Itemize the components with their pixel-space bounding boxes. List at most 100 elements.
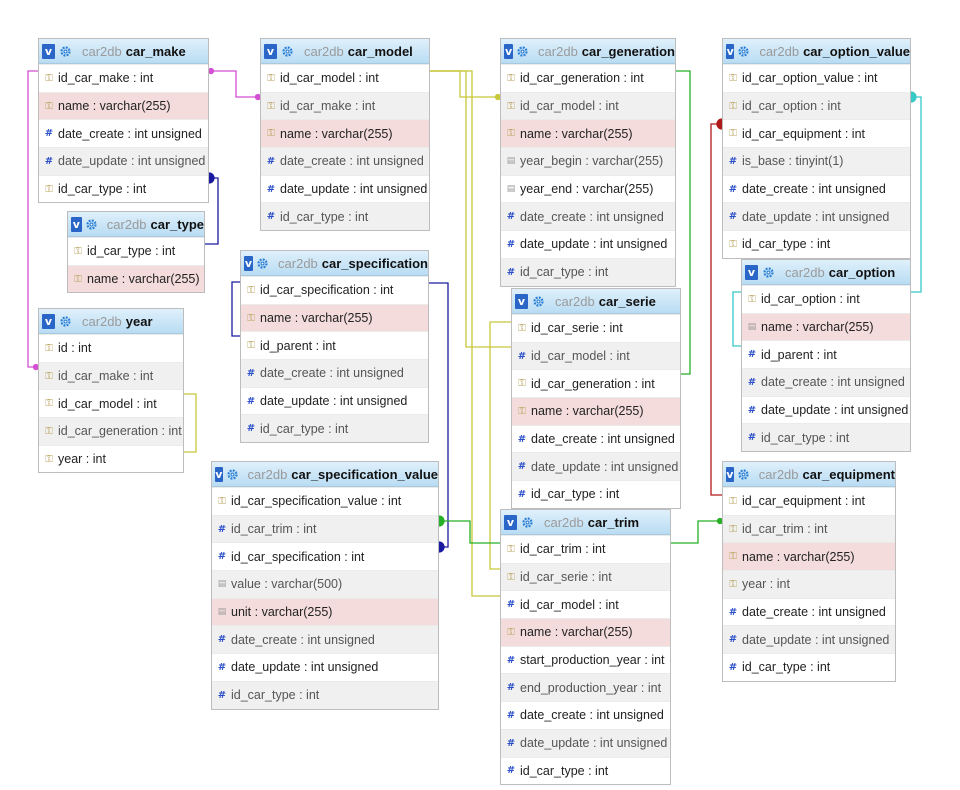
- table-header[interactable]: v car2db car_specification_value: [212, 462, 438, 487]
- column-row[interactable]: ⚿ id_parent : int: [241, 331, 428, 359]
- column-row[interactable]: ⚿ id_car_make : int: [39, 361, 183, 390]
- gear-icon[interactable]: [737, 44, 750, 59]
- column-row[interactable]: ⚿ id_car_type : int: [68, 237, 204, 265]
- table-car-option[interactable]: v car2db car_option ⚿ id_car_option : int ▤ na…: [741, 259, 911, 453]
- column-row[interactable]: ▤ value : varchar(500): [212, 570, 438, 598]
- table-car-specification-value[interactable]: v car2db car_specification_value ⚿ id_car_sp…: [211, 461, 439, 710]
- column-row[interactable]: # date_update : int unsigned: [501, 728, 670, 757]
- column-row[interactable]: ⚿ name : varchar(255): [261, 119, 429, 148]
- column-row[interactable]: # date_update : int unsigned: [723, 202, 910, 231]
- table-car-make[interactable]: v car2db car_make ⚿ id_car_make : int ⚿ name :…: [38, 38, 209, 204]
- column-row[interactable]: ▤ name : varchar(255): [742, 312, 910, 341]
- column-row[interactable]: # date_create : int unsigned: [742, 368, 910, 396]
- table-car-specification[interactable]: v car2db car_specification ⚿ id_car_specific…: [240, 250, 429, 444]
- column-row[interactable]: # id_car_type : int: [512, 480, 680, 508]
- column-row[interactable]: ⚿ id_car_generation : int: [39, 417, 183, 445]
- column-row[interactable]: # id_car_model : int: [512, 341, 680, 370]
- column-row[interactable]: # date_update : int unsigned: [723, 625, 895, 654]
- column-row[interactable]: # id_car_specification : int: [212, 542, 438, 570]
- column-row[interactable]: ⚿ name : varchar(255): [512, 397, 680, 425]
- table-car-generation[interactable]: v car2db car_generation ⚿ id_car_generation …: [500, 38, 676, 287]
- column-row[interactable]: ⚿ id_car_make : int: [39, 64, 208, 92]
- column-row[interactable]: # date_update : int unsigned: [512, 452, 680, 481]
- column-row[interactable]: # date_update : int unsigned: [212, 653, 438, 681]
- column-row[interactable]: # date_create : int unsigned: [212, 625, 438, 654]
- table-car-type[interactable]: v car2db car_type ⚿ id_car_type : int ⚿ name :…: [67, 211, 205, 294]
- v-toggle-icon[interactable]: v: [244, 255, 254, 271]
- column-row[interactable]: # date_create : int unsigned: [501, 202, 675, 231]
- gear-icon[interactable]: [256, 256, 269, 271]
- column-row[interactable]: ⚿ id_car_option : int: [742, 285, 910, 313]
- gear-icon[interactable]: [520, 515, 535, 530]
- table-header[interactable]: v car2db year: [39, 309, 183, 334]
- gear-icon[interactable]: [761, 265, 776, 280]
- column-row[interactable]: ⚿ id_car_equipment : int: [723, 119, 910, 147]
- gear-icon[interactable]: [58, 44, 73, 59]
- v-toggle-icon[interactable]: v: [71, 216, 82, 232]
- column-row[interactable]: ▤ unit : varchar(255): [212, 597, 438, 626]
- table-car-serie[interactable]: v car2db car_serie ⚿ id_car_serie : int # id_c…: [511, 288, 681, 509]
- column-row[interactable]: ⚿ id_car_generation : int: [512, 369, 680, 397]
- table-header[interactable]: v car2db car_serie: [512, 289, 680, 314]
- v-toggle-icon[interactable]: v: [42, 43, 55, 59]
- v-toggle-icon[interactable]: v: [745, 264, 758, 280]
- column-row[interactable]: # date_create : int unsigned: [723, 174, 910, 203]
- column-row[interactable]: # date_create : int unsigned: [261, 147, 429, 175]
- column-row[interactable]: ⚿ id_car_model : int: [261, 64, 429, 92]
- column-row[interactable]: ⚿ name : varchar(255): [241, 303, 428, 332]
- table-car-equipment[interactable]: v car2db car_equipment ⚿ id_car_equipment : …: [722, 461, 896, 682]
- column-row[interactable]: # date_update : int unsigned: [501, 230, 675, 258]
- v-toggle-icon[interactable]: v: [504, 43, 514, 59]
- v-toggle-icon[interactable]: v: [726, 43, 735, 59]
- gear-icon[interactable]: [85, 217, 98, 232]
- column-row[interactable]: ⚿ year : int: [723, 570, 895, 598]
- gear-icon[interactable]: [531, 294, 546, 309]
- table-header[interactable]: v car2db car_specification: [241, 251, 428, 276]
- column-row[interactable]: # date_update : int unsigned: [261, 174, 429, 203]
- column-row[interactable]: ⚿ id_car_model : int: [39, 389, 183, 417]
- table-year[interactable]: v car2db year ⚿ id : int ⚿ id_car_make : int ⚿ i…: [38, 308, 184, 474]
- gear-icon[interactable]: [280, 44, 295, 59]
- column-row[interactable]: # date_update : int unsigned: [742, 395, 910, 424]
- v-toggle-icon[interactable]: v: [215, 466, 223, 482]
- column-row[interactable]: # date_create : int unsigned: [512, 424, 680, 453]
- column-row[interactable]: # date_create : int unsigned: [241, 359, 428, 387]
- column-row[interactable]: # is_base : tinyint(1): [723, 147, 910, 175]
- table-header[interactable]: v car2db car_option_value: [723, 39, 910, 64]
- column-row[interactable]: # date_update : int unsigned: [39, 147, 208, 175]
- column-row[interactable]: ⚿ name : varchar(255): [68, 264, 204, 293]
- column-row[interactable]: # id_parent : int: [742, 340, 910, 368]
- column-row[interactable]: ⚿ id_car_model : int: [501, 91, 675, 120]
- column-row[interactable]: # id_car_type : int: [212, 680, 438, 709]
- column-row[interactable]: # id_car_trim : int: [212, 514, 438, 543]
- table-car-trim[interactable]: v car2db car_trim ⚿ id_car_trim : int ⚿ id_car…: [500, 509, 671, 786]
- column-row[interactable]: # id_car_type : int: [241, 414, 428, 443]
- column-row[interactable]: ⚿ id_car_specification_value : int: [212, 487, 438, 515]
- table-car-option-value[interactable]: v car2db car_option_value ⚿ id_car_option_va…: [722, 38, 911, 259]
- column-row[interactable]: ⚿ id_car_trim : int: [723, 514, 895, 543]
- column-row[interactable]: ⚿ name : varchar(255): [39, 91, 208, 120]
- table-car-model[interactable]: v car2db car_model ⚿ id_car_model : int ⚿ id_c…: [260, 38, 430, 232]
- column-row[interactable]: # id_car_type : int: [261, 202, 429, 231]
- table-header[interactable]: v car2db car_trim: [501, 510, 670, 535]
- column-row[interactable]: # date_create : int unsigned: [723, 597, 895, 626]
- v-toggle-icon[interactable]: v: [515, 293, 528, 309]
- v-toggle-icon[interactable]: v: [264, 43, 277, 59]
- table-header[interactable]: v car2db car_make: [39, 39, 208, 64]
- column-row[interactable]: # id_car_type : int: [723, 653, 895, 681]
- table-header[interactable]: v car2db car_option: [742, 260, 910, 285]
- column-row[interactable]: # id_car_model : int: [501, 590, 670, 618]
- column-row[interactable]: ⚿ id_car_make : int: [261, 91, 429, 120]
- column-row[interactable]: # id_car_type : int: [742, 423, 910, 452]
- table-header[interactable]: v car2db car_equipment: [723, 462, 895, 487]
- v-toggle-icon[interactable]: v: [42, 313, 55, 329]
- column-row[interactable]: ⚿ id_car_specification : int: [241, 276, 428, 304]
- column-row[interactable]: # id_car_type : int: [501, 257, 675, 286]
- column-row[interactable]: ⚿ id : int: [39, 334, 183, 362]
- column-row[interactable]: ⚿ id_car_trim : int: [501, 535, 670, 563]
- v-toggle-icon[interactable]: v: [726, 466, 734, 482]
- column-row[interactable]: # start_production_year : int: [501, 645, 670, 674]
- table-header[interactable]: v car2db car_type: [68, 212, 204, 237]
- column-row[interactable]: ⚿ id_car_type : int: [39, 174, 208, 203]
- gear-icon[interactable]: [737, 467, 750, 482]
